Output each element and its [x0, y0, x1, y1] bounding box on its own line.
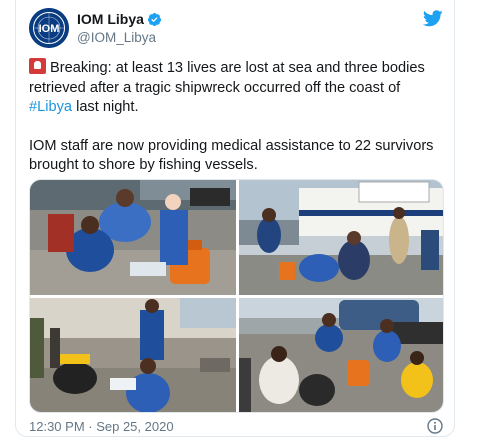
- verified-badge-icon: [147, 12, 162, 27]
- avatar-text: IOM: [39, 23, 60, 35]
- photo-1[interactable]: [30, 180, 236, 295]
- avatar[interactable]: IOM: [29, 8, 69, 48]
- tweet-text: Breaking: at least 13 lives are lost at …: [29, 58, 445, 176]
- photo-3[interactable]: [30, 298, 236, 412]
- name-row: IOM Libya: [77, 11, 162, 28]
- rotating-light-icon: [29, 58, 46, 74]
- tweet-header: IOM IOM Libya @IOM_Libya: [29, 8, 443, 50]
- author-block[interactable]: IOM Libya @IOM_Libya: [77, 11, 162, 47]
- user-handle[interactable]: @IOM_Libya: [77, 29, 162, 47]
- timestamp[interactable]: 12:30 PM · Sep 25, 2020: [29, 419, 174, 434]
- info-icon[interactable]: [427, 418, 443, 434]
- photo-4[interactable]: [239, 298, 443, 412]
- twitter-bird-icon[interactable]: [422, 10, 443, 27]
- tweet-paragraph-2: IOM staff are now providing medical assi…: [29, 137, 434, 174]
- media-grid: [29, 179, 444, 413]
- photo-2[interactable]: [239, 180, 443, 295]
- tweet-footer: 12:30 PM · Sep 25, 2020: [29, 418, 443, 434]
- tweet-text-part2: last night.: [72, 99, 139, 115]
- tweet-text-part1: Breaking: at least 13 lives are lost at …: [29, 60, 425, 96]
- tweet-paragraph-1: Breaking: at least 13 lives are lost at …: [29, 58, 445, 118]
- tweet-card: IOM IOM Libya @IOM_Libya Breaking: at le: [15, 0, 455, 437]
- hashtag-link[interactable]: #Libya: [29, 99, 72, 115]
- display-name[interactable]: IOM Libya: [77, 11, 144, 28]
